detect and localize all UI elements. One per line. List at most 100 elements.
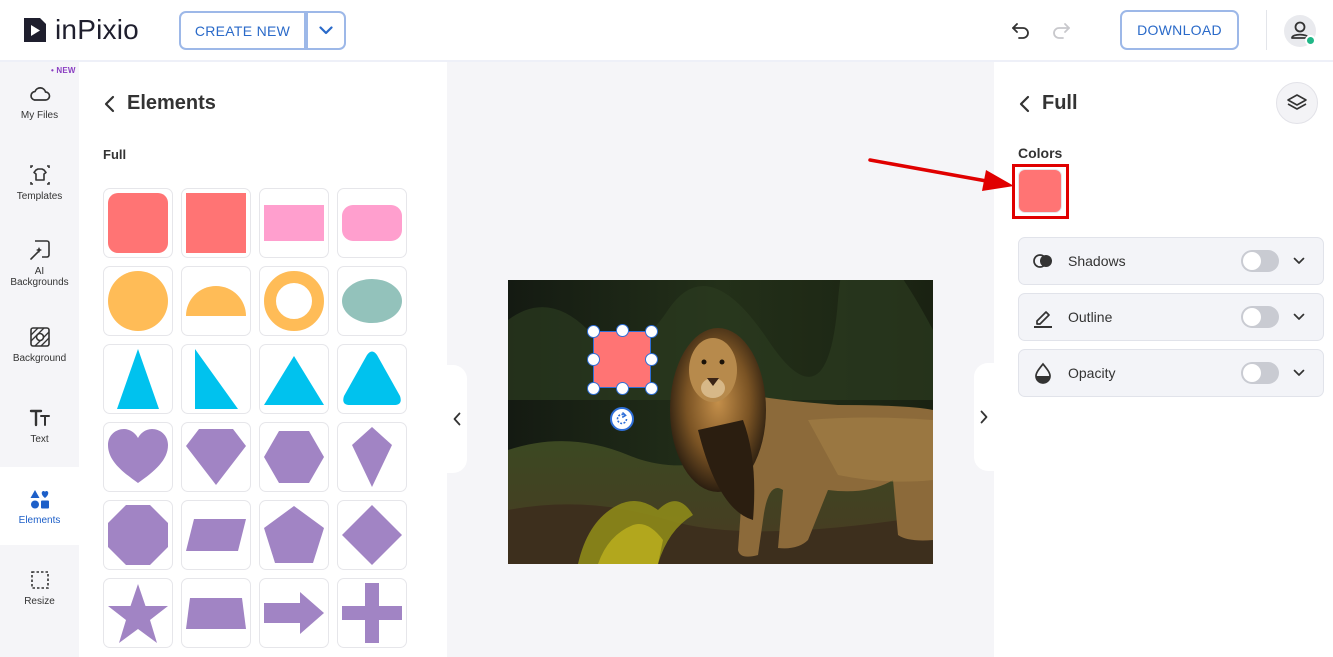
layers-icon <box>1287 94 1307 110</box>
rail-item-ai-backgrounds[interactable]: AI Backgrounds <box>0 224 79 302</box>
top-bar: inPixio CREATE NEW DOWNLOAD <box>0 0 1333 62</box>
resize-icon <box>30 570 49 589</box>
rail-label: Elements <box>18 514 61 526</box>
shape-half-circle[interactable] <box>181 266 251 336</box>
shape-rounded-rectangle[interactable] <box>337 188 407 258</box>
back-arrow-icon[interactable] <box>1018 95 1032 113</box>
chevron-down-icon[interactable] <box>1293 313 1307 321</box>
create-new-button[interactable]: CREATE NEW <box>179 11 306 50</box>
resize-handle-bottom[interactable] <box>616 382 629 395</box>
rail-label: AI Backgrounds <box>10 266 69 288</box>
shadows-toggle[interactable] <box>1241 250 1279 272</box>
online-status-dot <box>1305 35 1316 46</box>
create-new-dropdown-button[interactable] <box>306 11 346 50</box>
shape-cross[interactable] <box>337 578 407 648</box>
pen-icon <box>1031 305 1055 329</box>
chevron-down-icon[interactable] <box>1293 369 1307 377</box>
rail-item-background[interactable]: Background <box>0 305 79 383</box>
cloud-icon <box>29 86 50 101</box>
shape-ellipse[interactable] <box>337 266 407 336</box>
rail-item-templates[interactable]: Templates <box>0 143 79 221</box>
shape-kite[interactable] <box>337 422 407 492</box>
resize-handle-top-right[interactable] <box>645 325 658 338</box>
download-button[interactable]: DOWNLOAD <box>1120 10 1239 50</box>
shape-diamond-gem[interactable] <box>181 422 251 492</box>
properties-panel: Full Colors Shadows Outline Opacity <box>994 62 1333 657</box>
shape-circle[interactable] <box>103 266 173 336</box>
option-label: Shadows <box>1068 253 1126 269</box>
back-arrow-icon[interactable] <box>103 95 117 113</box>
undo-icon[interactable] <box>1010 20 1032 40</box>
resize-handle-right[interactable] <box>645 353 658 366</box>
layers-button[interactable] <box>1276 82 1318 124</box>
left-rail: My Files Templates AI Backgrounds Backgr… <box>0 62 79 657</box>
shape-ring[interactable] <box>259 266 329 336</box>
rail-item-resize[interactable]: Resize <box>0 548 79 626</box>
app-logo[interactable]: inPixio <box>22 14 139 46</box>
collapse-right-panel-button[interactable] <box>974 363 994 471</box>
rail-label: My Files <box>20 109 59 121</box>
rail-label: Resize <box>24 595 55 607</box>
selected-shape[interactable] <box>593 331 651 388</box>
shape-rectangle[interactable] <box>259 188 329 258</box>
elements-panel-header: Elements <box>103 92 216 115</box>
shapes-icon <box>30 489 49 508</box>
shape-square[interactable] <box>181 188 251 258</box>
shadows-option[interactable]: Shadows <box>1018 237 1324 285</box>
rotate-handle[interactable] <box>610 407 634 431</box>
outline-toggle[interactable] <box>1241 306 1279 328</box>
shape-trapezoid[interactable] <box>181 578 251 648</box>
logo-icon <box>24 18 46 42</box>
option-label: Outline <box>1068 309 1113 325</box>
outline-option[interactable]: Outline <box>1018 293 1324 341</box>
shadows-icon <box>1031 249 1055 273</box>
collapse-left-panel-button[interactable] <box>447 365 467 473</box>
colors-label: Colors <box>1018 145 1063 161</box>
color-swatch[interactable] <box>1018 169 1062 213</box>
shape-star[interactable] <box>103 578 173 648</box>
text-icon <box>29 409 50 426</box>
resize-handle-top-left[interactable] <box>587 325 600 338</box>
shape-rounded-triangle[interactable] <box>337 344 407 414</box>
shape-parallelogram[interactable] <box>181 500 251 570</box>
lion-photo[interactable] <box>508 280 933 564</box>
shape-triangle[interactable] <box>259 344 329 414</box>
shape-rhombus[interactable] <box>337 500 407 570</box>
option-label: Opacity <box>1068 365 1116 381</box>
chevron-right-icon <box>980 410 988 424</box>
shape-hexagon[interactable] <box>259 422 329 492</box>
resize-handle-bottom-right[interactable] <box>645 382 658 395</box>
shape-grid <box>103 188 407 648</box>
rotate-icon <box>616 412 628 425</box>
shape-rounded-square[interactable] <box>103 188 173 258</box>
opacity-toggle[interactable] <box>1241 362 1279 384</box>
section-title: Full <box>103 147 127 162</box>
chevron-down-icon[interactable] <box>1293 257 1307 265</box>
header-divider <box>1266 10 1267 50</box>
opacity-drop-icon <box>1031 361 1055 385</box>
rail-item-elements[interactable]: Elements <box>0 467 79 545</box>
redo-icon[interactable] <box>1050 20 1072 40</box>
rail-item-text[interactable]: Text <box>0 386 79 464</box>
opacity-option[interactable]: Opacity <box>1018 349 1324 397</box>
annotation-arrow <box>868 158 1014 191</box>
resize-handle-bottom-left[interactable] <box>587 382 600 395</box>
shape-octagon[interactable] <box>103 500 173 570</box>
rail-label: Templates <box>16 190 63 202</box>
chevron-down-icon <box>319 26 333 35</box>
shape-pentagon[interactable] <box>259 500 329 570</box>
resize-handle-top[interactable] <box>616 324 629 337</box>
app-name: inPixio <box>55 14 139 45</box>
new-badge: • NEW <box>51 66 76 75</box>
panel-title: Elements <box>127 92 216 114</box>
elements-panel: Elements Full <box>79 62 447 657</box>
shape-triangle-tall[interactable] <box>103 344 173 414</box>
rail-label: Text <box>30 433 49 445</box>
shape-arrow-right[interactable] <box>259 578 329 648</box>
ai-background-icon <box>29 240 50 260</box>
properties-panel-header: Full <box>1018 92 1078 115</box>
shape-right-triangle[interactable] <box>181 344 251 414</box>
background-icon <box>29 326 50 347</box>
shape-heart[interactable] <box>103 422 173 492</box>
resize-handle-left[interactable] <box>587 353 600 366</box>
